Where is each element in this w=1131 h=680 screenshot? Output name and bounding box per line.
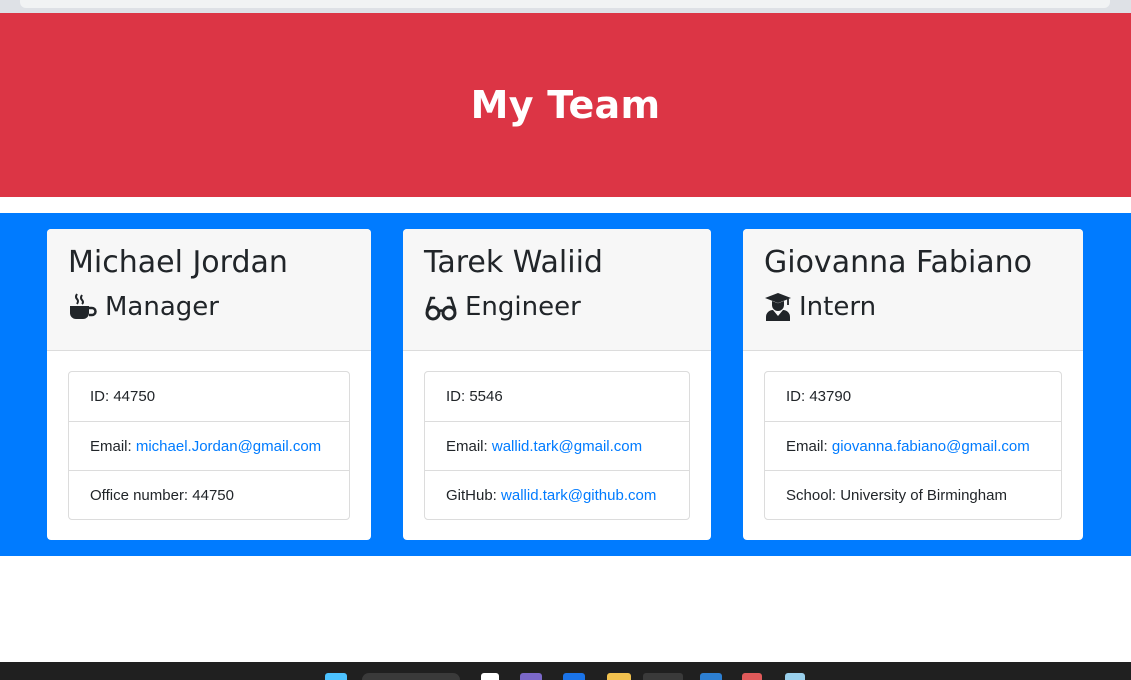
- email-link[interactable]: giovanna.fabiano@gmail.com: [832, 438, 1030, 455]
- role-label: Intern: [799, 292, 877, 322]
- employee-id-row: ID: 43790: [765, 372, 1061, 421]
- coffee-icon: [68, 292, 98, 322]
- card-body: ID: 44750 Email: michael.Jordan@gmail.co…: [47, 351, 371, 520]
- id-value: 44750: [113, 388, 156, 405]
- employee-email-row: Email: michael.Jordan@gmail.com: [69, 421, 349, 470]
- card-header: Michael Jordan Manager: [47, 229, 371, 351]
- school-value: University of Birmingham: [840, 486, 1007, 504]
- email-label: Email:: [90, 437, 132, 455]
- office-value: 44750: [192, 486, 234, 504]
- address-bar[interactable]: [20, 0, 1110, 8]
- employee-name: Michael Jordan: [68, 245, 288, 280]
- github-link[interactable]: wallid.tark@github.com: [501, 487, 656, 504]
- os-taskbar: [0, 662, 1131, 680]
- school-label: School:: [786, 486, 837, 504]
- id-value: 5546: [469, 388, 503, 405]
- employee-github-row: GitHub: wallid.tark@github.com: [425, 470, 689, 519]
- employee-name: Giovanna Fabiano: [764, 245, 1033, 280]
- employee-office-row: Office number: 44750: [69, 470, 349, 519]
- email-label: Email:: [786, 437, 828, 455]
- page-title: My Team: [470, 83, 661, 127]
- employee-details-list: ID: 44750 Email: michael.Jordan@gmail.co…: [68, 371, 350, 520]
- glasses-icon: [424, 292, 458, 322]
- chat-icon[interactable]: [520, 673, 542, 680]
- employee-details-list: ID: 5546 Email: wallid.tark@gmail.com Gi…: [424, 371, 690, 520]
- id-value: 43790: [809, 388, 852, 405]
- employee-role: Engineer: [424, 291, 690, 323]
- email-link[interactable]: wallid.tark@gmail.com: [492, 438, 642, 455]
- role-label: Manager: [105, 292, 219, 322]
- github-label: GitHub:: [446, 486, 497, 504]
- vscode-icon[interactable]: [700, 673, 722, 680]
- browser-address-strip: [0, 0, 1131, 13]
- role-label: Engineer: [465, 292, 581, 322]
- id-label: ID:: [90, 388, 110, 405]
- email-label: Email:: [446, 437, 488, 455]
- employee-email-row: Email: wallid.tark@gmail.com: [425, 421, 689, 470]
- page-header: My Team: [0, 13, 1131, 197]
- employee-id-row: ID: 5546: [425, 372, 689, 421]
- employee-email-row: Email: giovanna.fabiano@gmail.com: [765, 421, 1061, 470]
- id-label: ID:: [446, 388, 466, 405]
- graduate-icon: [764, 292, 792, 322]
- chrome-icon[interactable]: [643, 673, 683, 680]
- employee-card-intern: Giovanna Fabiano Intern ID: 43790 Email:…: [743, 229, 1083, 540]
- card-body: ID: 43790 Email: giovanna.fabiano@gmail.…: [743, 351, 1083, 520]
- employee-id-row: ID: 44750: [69, 372, 349, 421]
- employee-card-manager: Michael Jordan Manager ID: 44750 Email: …: [47, 229, 371, 540]
- search-box[interactable]: [362, 673, 460, 680]
- card-header: Giovanna Fabiano Intern: [743, 229, 1083, 351]
- employee-role: Manager: [68, 291, 350, 323]
- employee-name: Tarek Waliid: [424, 245, 603, 280]
- office-label: Office number:: [90, 486, 189, 504]
- edge-icon[interactable]: [563, 673, 585, 680]
- card-body: ID: 5546 Email: wallid.tark@gmail.com Gi…: [403, 351, 711, 520]
- notepad-icon[interactable]: [785, 673, 805, 680]
- start-icon[interactable]: [325, 673, 347, 680]
- paint-icon[interactable]: [742, 673, 762, 680]
- task-view-icon[interactable]: [481, 673, 499, 680]
- employee-school-row: School: University of Birmingham: [765, 470, 1061, 519]
- id-label: ID:: [786, 388, 806, 405]
- email-link[interactable]: michael.Jordan@gmail.com: [136, 438, 321, 455]
- employee-card-engineer: Tarek Waliid Engineer ID: 5546 Email: wa…: [403, 229, 711, 540]
- employee-details-list: ID: 43790 Email: giovanna.fabiano@gmail.…: [764, 371, 1062, 520]
- folder-icon[interactable]: [607, 673, 631, 680]
- card-header: Tarek Waliid Engineer: [403, 229, 711, 351]
- employee-role: Intern: [764, 291, 1062, 323]
